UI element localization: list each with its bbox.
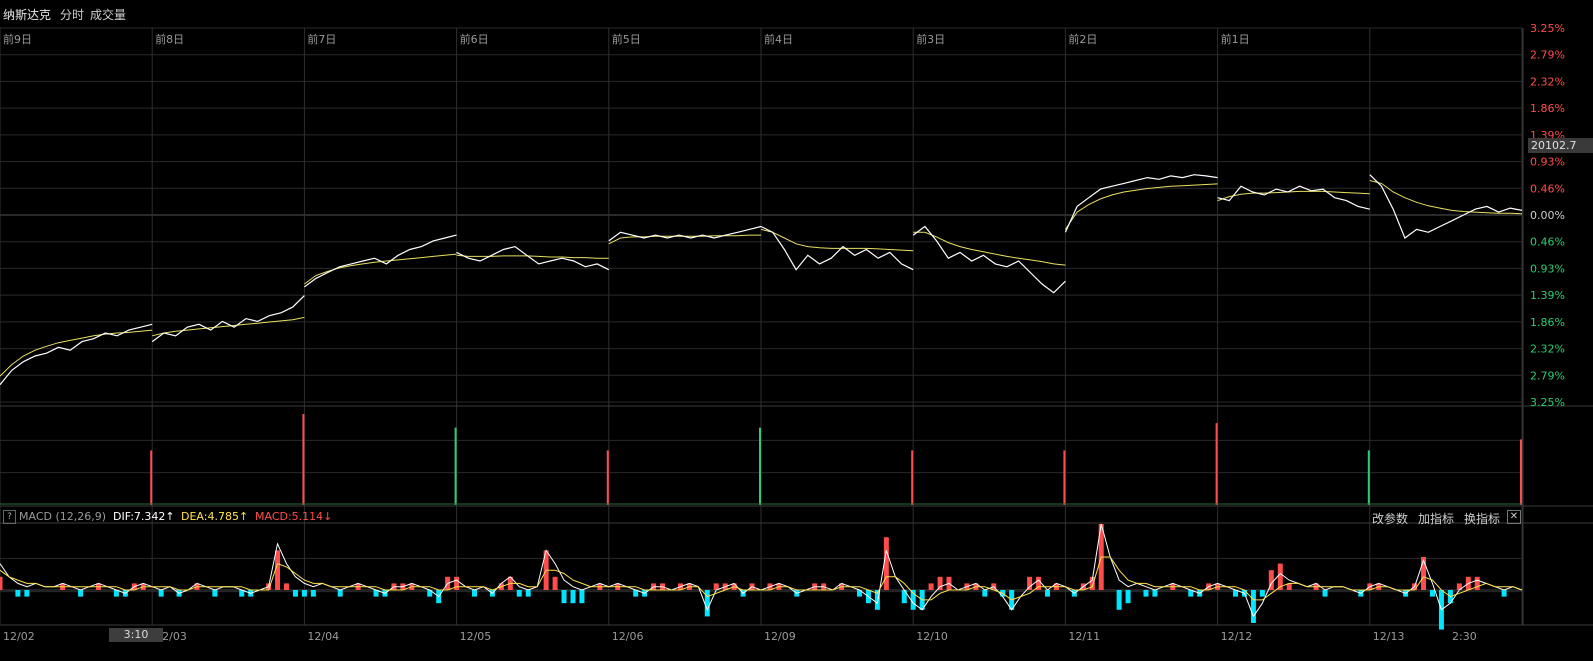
day-label: 前9日 [3,32,32,46]
day-label: 前5日 [612,32,641,46]
day-labels: 前9日 前8日 前7日 前6日 前5日 前4日 前3日 前2日 前1日 [3,32,1250,46]
day-label: 前3日 [916,32,945,46]
y-tick-label: 3.25% [1530,396,1565,409]
date-label: 12/13 [1373,630,1405,643]
date-label: 12/04 [307,630,339,643]
tab-minute[interactable]: 分时 [60,6,84,23]
price-line [456,245,610,271]
date-label: 12/02 [3,630,35,643]
price-line [608,225,762,242]
macd-label[interactable]: MACD (12,26,9) [19,510,106,523]
date-label: 12/09 [764,630,796,643]
price-line [151,295,305,343]
tab-volume[interactable]: 成交量 [90,6,126,23]
price-line [304,234,457,288]
date-label: 12/12 [1221,630,1253,643]
price-line [1064,174,1218,233]
volume-series [0,414,1522,505]
y-tick-label: 2.32% [1530,75,1565,88]
y-tick-label: 2.79% [1530,49,1565,62]
day-label: 前2日 [1068,32,1097,46]
day-label: 前1日 [1221,32,1250,46]
day-label: 前4日 [764,32,793,46]
date-label: 12/06 [612,630,644,643]
y-tick-label: 0.46% [1530,182,1565,195]
price-line [1217,185,1370,210]
avg-price-line [760,228,914,252]
y-tick-label: 0.00% [1530,209,1565,222]
macd-dif-value: DIF:7.342↑ [113,510,175,523]
price-line [1369,174,1523,239]
chart-canvas: 前9日 前8日 前7日 前6日 前5日 前4日 前3日 前2日 前1日 3.25% 2.79% 2.… [0,22,1593,643]
avg-price-line [0,329,153,377]
y-tick-label: 3.25% [1530,22,1565,35]
date-axis-labels: 12/02 12/03 12/04 12/05 12/06 12/09 12/10 12/11… [3,630,1477,643]
day-label: 前7日 [307,32,336,46]
date-label: 2:30 [1452,630,1477,643]
y-tick-label: 1.39% [1530,289,1565,302]
y-tick-label: 2.32% [1530,343,1565,356]
macd-dea-value: DEA:4.785↑ [181,510,249,523]
y-tick-label: 1.86% [1530,102,1565,115]
date-label: 12/10 [916,630,948,643]
avg-price-line [304,253,457,285]
index-name: 纳斯达克 [3,8,52,22]
avg-price-line [1064,183,1218,230]
y-tick-label: 0.46% [1530,236,1565,249]
close-indicator-button[interactable]: ✕ [1507,510,1521,524]
macd-histogram-value: MACD:5.114↓ [255,510,333,523]
day-label: 前6日 [460,32,489,46]
macd-help-button[interactable]: ? [3,510,16,524]
date-label: 12/05 [460,630,492,643]
day-label: 前8日 [155,32,184,46]
current-price-tag: 20102.7 [1528,138,1593,153]
avg-price-line [1217,190,1370,202]
switch-indicator-button[interactable]: 换指标 [1464,510,1500,527]
grid [0,27,1593,626]
avg-price-line [456,254,609,259]
y-tick-label: 2.79% [1530,369,1565,382]
y-tick-label: 0.93% [1530,156,1565,169]
date-label: 12/11 [1068,630,1100,643]
y-axis-labels: 3.25% 2.79% 2.32% 1.86% 1.39% 0.93% 0.46% 0.00%… [1530,22,1565,409]
y-tick-label: 0.93% [1530,262,1565,275]
change-params-button[interactable]: 改参数 [1372,510,1408,527]
cursor-time-label: 3:10 [109,628,163,642]
add-indicator-button[interactable]: 加指标 [1418,510,1454,527]
y-tick-label: 1.86% [1530,316,1565,329]
avg-price-line [152,316,305,337]
